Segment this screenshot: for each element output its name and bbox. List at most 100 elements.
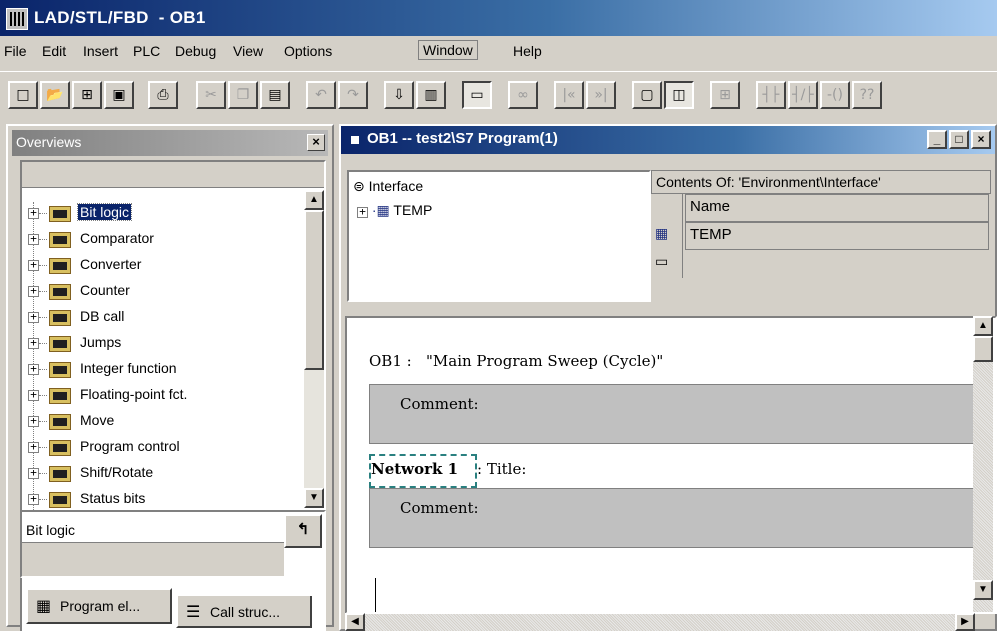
tree-item[interactable]: + Converter — [22, 254, 294, 278]
overviews-title: Overviews — [16, 134, 82, 150]
lad-view-icon[interactable]: ▢ — [632, 81, 662, 109]
element-description: Bit logic ↰ — [20, 510, 326, 578]
new-icon[interactable]: □ — [8, 81, 38, 109]
overviews-panel: Overviews × + Bit logic + Comparator + C… — [6, 124, 334, 631]
contact-nc-icon[interactable]: ┤/├ — [788, 81, 818, 109]
box-icon[interactable]: ?? — [852, 81, 882, 109]
open-icon[interactable]: 📂 — [40, 81, 70, 109]
expand-icon[interactable]: + — [28, 363, 39, 375]
expand-icon[interactable]: + — [28, 493, 39, 505]
scroll-thumb[interactable] — [304, 210, 324, 370]
code-horizontal-scrollbar[interactable]: ◀ ▶ — [345, 613, 975, 631]
expand-icon[interactable]: + — [28, 337, 39, 349]
expand-icon[interactable]: + — [28, 389, 39, 401]
network-label[interactable]: Network 1 — [371, 460, 458, 478]
scroll-up-icon[interactable]: ▲ — [973, 316, 993, 336]
stl-view-icon[interactable]: ◫ — [664, 81, 694, 109]
tree-item[interactable]: + Shift/Rotate — [22, 462, 294, 486]
tree-item[interactable]: + Bit logic — [22, 202, 294, 226]
app-title-bar[interactable]: LAD/STL/FBD - OB1 — [0, 0, 997, 36]
tree-item[interactable]: + Status bits — [22, 488, 294, 512]
tree-item[interactable]: + DB call — [22, 306, 294, 330]
tree-scrollbar[interactable]: ▲ ▼ — [304, 190, 324, 508]
close-icon[interactable]: × — [307, 134, 325, 151]
menu-debug[interactable]: Debug — [175, 43, 216, 59]
interface-tree[interactable]: ⊜ Interface + ·▦ TEMP — [347, 170, 651, 302]
converter-icon — [49, 258, 71, 274]
coil-icon[interactable]: -() — [820, 81, 850, 109]
expand-icon[interactable]: + — [28, 259, 39, 271]
block-comment[interactable]: Comment: — [369, 384, 981, 444]
minimize-icon[interactable]: _ — [927, 130, 947, 149]
app-icon — [6, 8, 28, 30]
save-icon[interactable]: ▣ — [104, 81, 134, 109]
column-header-name[interactable]: Name — [685, 194, 989, 222]
menu-plc[interactable]: PLC — [133, 43, 160, 59]
menu-view[interactable]: View — [233, 43, 263, 59]
last-network-icon[interactable]: »| — [586, 81, 616, 109]
block-title[interactable]: OB1 : "Main Program Sweep (Cycle)" — [369, 352, 663, 370]
tree-item[interactable]: + Program control — [22, 436, 294, 460]
menu-edit[interactable]: Edit — [42, 43, 66, 59]
expand-icon[interactable]: + — [28, 415, 39, 427]
interface-root[interactable]: ⊜ Interface — [353, 178, 423, 200]
network-comment-label: Comment: — [400, 499, 479, 517]
code-editor[interactable]: OB1 : "Main Program Sweep (Cycle)" Comme… — [345, 316, 997, 614]
expand-icon[interactable]: + — [28, 285, 39, 297]
maximize-icon[interactable]: □ — [949, 130, 969, 149]
download-icon[interactable]: ⇩ — [384, 81, 414, 109]
menu-help[interactable]: Help — [513, 43, 542, 59]
scroll-up-icon[interactable]: ▲ — [304, 190, 324, 210]
tab-program-elements[interactable]: ▦ Program el... — [26, 588, 172, 624]
redo-icon[interactable]: ↷ — [338, 81, 368, 109]
expand-icon[interactable]: + — [28, 233, 39, 245]
help-arrow-icon[interactable]: ↰ — [284, 514, 322, 548]
scroll-left-icon[interactable]: ◀ — [345, 613, 365, 631]
glasses-icon[interactable]: ∞ — [508, 81, 538, 109]
scroll-thumb[interactable] — [973, 336, 993, 362]
branch-icon[interactable]: ⊞ — [710, 81, 740, 109]
contact-no-icon[interactable]: ┤├ — [756, 81, 786, 109]
scroll-down-icon[interactable]: ▼ — [304, 488, 324, 508]
expand-icon[interactable]: + — [28, 441, 39, 453]
menu-options[interactable]: Options — [284, 43, 332, 59]
scroll-right-icon[interactable]: ▶ — [955, 613, 975, 631]
tree-item[interactable]: + Jumps — [22, 332, 294, 356]
close-icon[interactable]: × — [971, 130, 991, 149]
monitor-icon[interactable]: ▥ — [416, 81, 446, 109]
block-comment-label: Comment: — [400, 395, 479, 413]
integer-function-icon — [49, 362, 71, 378]
first-network-icon[interactable]: |« — [554, 81, 584, 109]
menu-insert[interactable]: Insert — [83, 43, 118, 59]
cut-icon[interactable]: ✂ — [196, 81, 226, 109]
menu-window[interactable]: Window — [418, 40, 478, 60]
tree-item[interactable]: + Floating-point fct. — [22, 384, 294, 408]
contents-grid[interactable]: Name ▦ TEMP ▭ — [651, 194, 991, 302]
expand-icon[interactable]: + — [28, 207, 39, 219]
undo-icon[interactable]: ↶ — [306, 81, 336, 109]
interface-temp[interactable]: + ·▦ TEMP — [357, 202, 432, 224]
network-title[interactable]: : Title: — [477, 460, 526, 478]
temp-row-icon: ▦ — [651, 222, 683, 250]
editor-title-bar[interactable]: OB1 -- test2\S7 Program(1) _ □ × — [341, 126, 995, 154]
tree-item[interactable]: + Counter — [22, 280, 294, 304]
accessible-nodes-icon[interactable]: ⊞ — [72, 81, 102, 109]
expand-icon[interactable]: + — [28, 467, 39, 479]
tree-item[interactable]: + Comparator — [22, 228, 294, 252]
overview-icon[interactable]: ▭ — [462, 81, 492, 109]
jumps-icon — [49, 336, 71, 352]
tree-item[interactable]: + Integer function — [22, 358, 294, 382]
tree-item[interactable]: + Move — [22, 410, 294, 434]
print-icon[interactable]: ⎙ — [148, 81, 178, 109]
expand-icon[interactable]: + — [28, 311, 39, 323]
menu-file[interactable]: File — [4, 43, 27, 59]
network-comment[interactable]: Comment: — [369, 488, 981, 548]
expand-icon[interactable]: + — [357, 206, 368, 218]
floating-point-icon — [49, 388, 71, 404]
tab-call-structure[interactable]: ☰ Call struc... — [176, 596, 312, 628]
table-row[interactable]: TEMP — [685, 222, 989, 250]
scroll-down-icon[interactable]: ▼ — [973, 580, 993, 600]
code-vertical-scrollbar[interactable]: ▲ ▼ — [973, 316, 993, 612]
copy-icon[interactable]: ❐ — [228, 81, 258, 109]
paste-icon[interactable]: ▤ — [260, 81, 290, 109]
